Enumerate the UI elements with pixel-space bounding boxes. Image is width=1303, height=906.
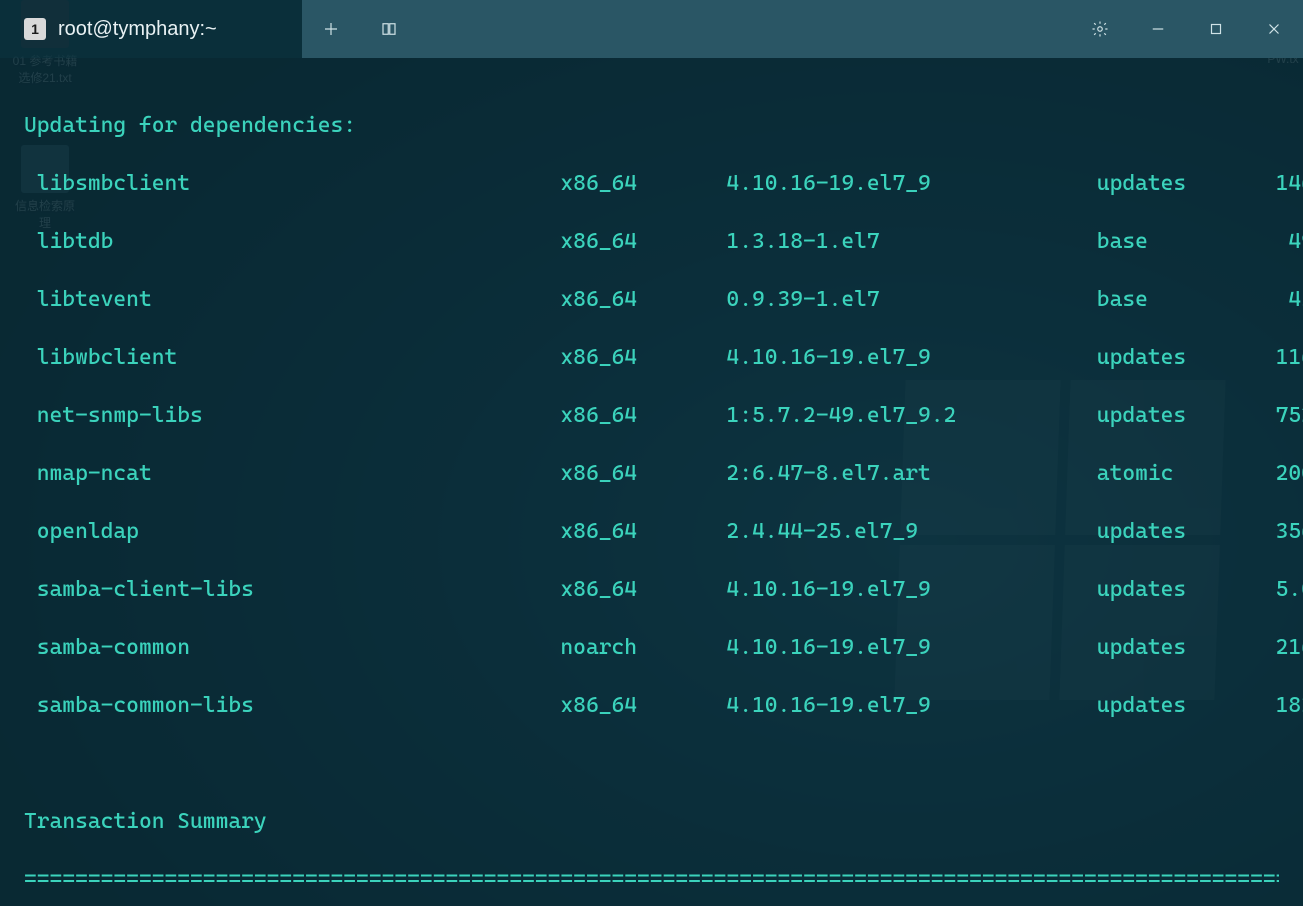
summary-title: Transaction Summary [24,807,1279,836]
maximize-button[interactable] [1187,0,1245,58]
package-row: openldapx86_642.4.44-25.el7_9updates356 … [24,517,1279,546]
package-row: nmap-ncatx86_642:6.47-8.el7.artatomic200… [24,459,1279,488]
terminal-tab[interactable]: 1 root@tymphany:~ [0,0,302,58]
package-row: libsmbclientx86_644.10.16-19.el7_9update… [24,169,1279,198]
new-tab-button[interactable] [302,0,360,58]
package-row: samba-client-libsx86_644.10.16-19.el7_9u… [24,575,1279,604]
pkg-arch: x86_64 [560,169,726,198]
tab-index-badge: 1 [24,18,46,40]
package-row: samba-common-libsx86_644.10.16-19.el7_9u… [24,691,1279,720]
package-row: samba-commonnoarch4.10.16-19.el7_9update… [24,633,1279,662]
settings-button[interactable] [1071,0,1129,58]
package-row: net-snmp-libsx86_641:5.7.2-49.el7_9.2upd… [24,401,1279,430]
close-button[interactable] [1245,0,1303,58]
split-pane-button[interactable] [360,0,418,58]
package-row: libwbclientx86_644.10.16-19.el7_9updates… [24,343,1279,372]
terminal-window: 1 root@tymphany:~ [0,0,1303,906]
gear-icon [1091,20,1109,38]
pkg-name: libsmbclient [24,169,560,198]
package-row: libtdbx86_641.3.18-1.el7base49 k [24,227,1279,256]
minimize-button[interactable] [1129,0,1187,58]
blank-line [24,749,1279,778]
tab-title: root@tymphany:~ [58,18,217,41]
split-icon [380,20,398,38]
terminal-body[interactable]: Updating for dependencies: libsmbclientx… [0,58,1303,906]
package-row: libteventx86_640.9.39-1.el7base41 k [24,285,1279,314]
minimize-icon [1149,20,1167,38]
plus-icon [322,20,340,38]
maximize-icon [1207,20,1225,38]
pkg-size: 146 k [1263,169,1303,198]
pkg-version: 4.10.16-19.el7_9 [726,169,1096,198]
pkg-repo: updates [1097,169,1263,198]
titlebar[interactable]: 1 root@tymphany:~ [0,0,1303,58]
divider-line: ========================================… [24,865,1279,894]
section-header: Updating for dependencies: [24,111,1279,140]
close-icon [1265,20,1283,38]
